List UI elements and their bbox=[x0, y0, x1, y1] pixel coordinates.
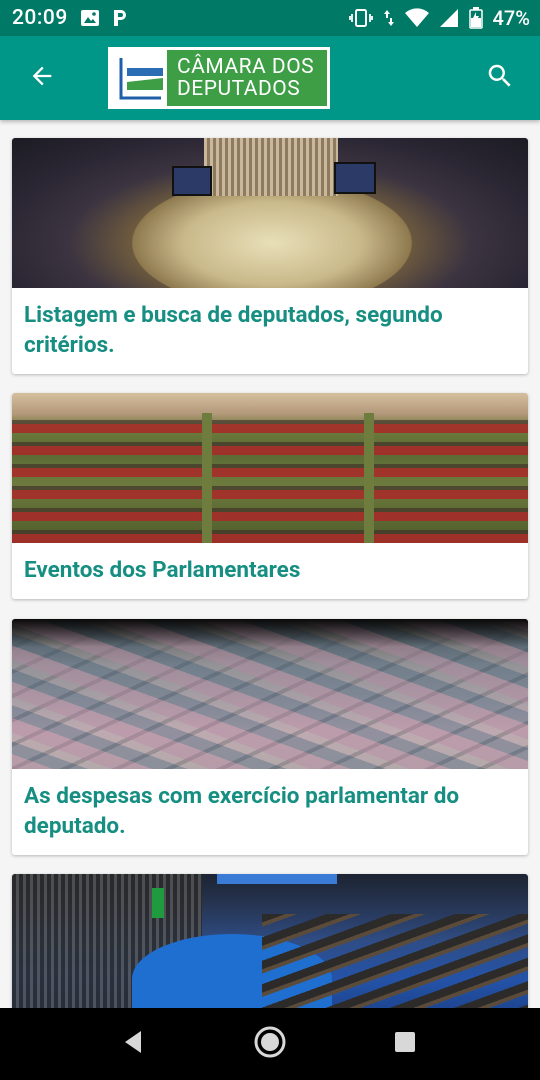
camara-logo: CÂMARA DOS DEPUTADOS bbox=[108, 47, 330, 109]
battery-percent: 47% bbox=[492, 6, 530, 30]
nav-back-button[interactable] bbox=[103, 1024, 163, 1064]
camara-logo-mark-icon bbox=[111, 50, 167, 106]
data-arrows-icon bbox=[383, 8, 395, 28]
wifi-icon bbox=[404, 8, 429, 28]
event-audience-photo bbox=[12, 393, 528, 543]
system-nav-bar bbox=[0, 1008, 540, 1080]
search-icon bbox=[485, 61, 515, 95]
card-title: Eventos dos Parlamentares bbox=[24, 557, 301, 583]
nav-home-button[interactable] bbox=[240, 1024, 300, 1064]
image-icon bbox=[80, 9, 100, 27]
card-eventos[interactable]: Eventos dos Parlamentares bbox=[12, 393, 528, 599]
logo-line-2: DEPUTADOS bbox=[177, 77, 301, 101]
status-bar: 20:09 47% bbox=[0, 0, 540, 36]
card-deputados[interactable]: Listagem e busca de deputados, segundo c… bbox=[12, 138, 528, 374]
logo-text: CÂMARA DOS DEPUTADOS bbox=[167, 50, 327, 106]
plenary-hall-photo bbox=[12, 138, 528, 288]
senate-chamber-photo bbox=[12, 874, 528, 1008]
signal-icon bbox=[439, 8, 459, 28]
home-circle-icon bbox=[253, 1025, 287, 1063]
app-bar: CÂMARA DOS DEPUTADOS bbox=[0, 36, 540, 120]
back-button[interactable] bbox=[20, 58, 64, 98]
card-title: Listagem e busca de deputados, segundo c… bbox=[24, 302, 443, 358]
arrow-back-icon bbox=[28, 62, 56, 94]
card-title: As despesas com exercício parlamentar do… bbox=[24, 783, 460, 839]
parking-p-icon bbox=[112, 8, 128, 28]
nav-recents-button[interactable] bbox=[375, 1024, 435, 1064]
status-time: 20:09 bbox=[12, 6, 68, 30]
logo-line-1: CÂMARA DOS bbox=[177, 55, 315, 79]
battery-icon bbox=[468, 7, 483, 29]
money-bills-photo bbox=[12, 619, 528, 769]
card-list[interactable]: Listagem e busca de deputados, segundo c… bbox=[0, 120, 540, 1008]
search-button[interactable] bbox=[478, 58, 522, 98]
recents-square-icon bbox=[393, 1030, 417, 1058]
vibrate-icon bbox=[348, 8, 373, 28]
card-senado[interactable] bbox=[12, 874, 528, 1008]
card-despesas[interactable]: As despesas com exercício parlamentar do… bbox=[12, 619, 528, 855]
back-triangle-icon bbox=[121, 1029, 145, 1059]
